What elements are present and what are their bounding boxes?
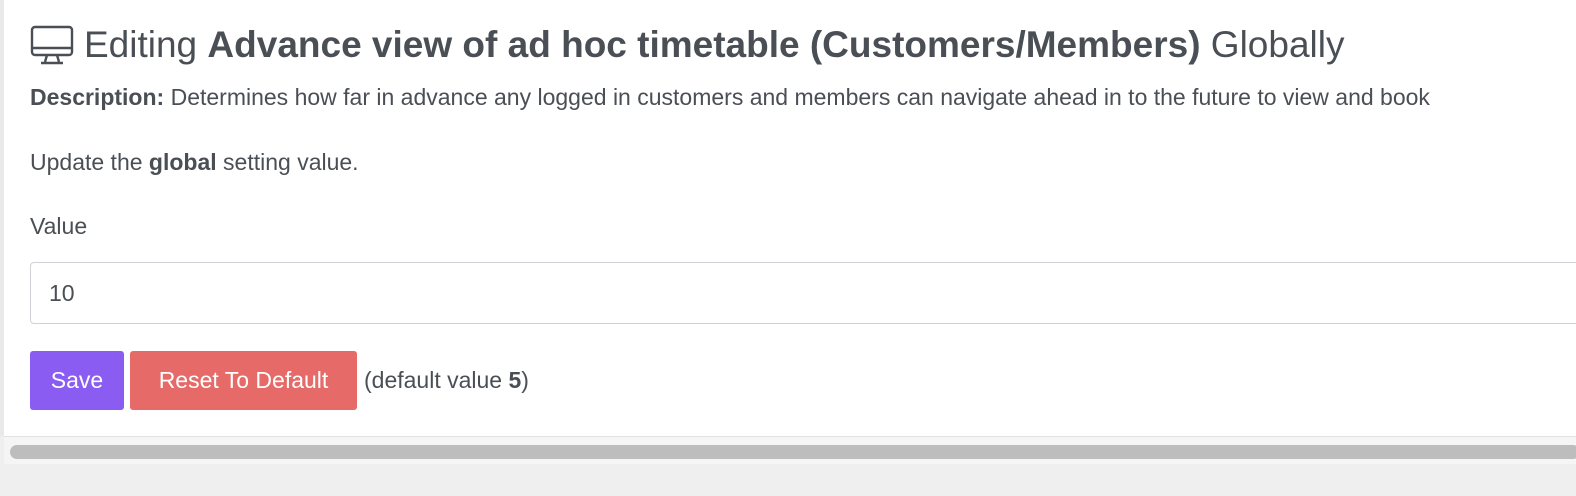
default-value: 5: [508, 366, 522, 393]
reset-to-default-button[interactable]: Reset To Default: [130, 350, 357, 410]
description-text: Determines how far in advance any logged…: [170, 84, 1430, 110]
action-row: Save Reset To Default (default value 5): [30, 350, 529, 410]
value-label: Value: [30, 213, 88, 239]
update-after: setting value.: [223, 149, 359, 175]
update-scope: global: [148, 149, 217, 175]
scrollbar-thumb[interactable]: [10, 445, 1576, 459]
monitor-icon: [30, 25, 74, 65]
description-label: Description:: [30, 84, 165, 110]
default-value-note: (default value 5): [364, 367, 529, 394]
settings-panel: Editing Advance view of ad hoc timetable…: [0, 0, 1576, 436]
setting-description: Description: Determines how far in advan…: [30, 84, 1430, 111]
title-prefix: Editing: [84, 24, 198, 65]
title-suffix: Globally: [1210, 24, 1345, 65]
setting-name: Advance view of ad hoc timetable (Custom…: [207, 24, 1201, 65]
save-button[interactable]: Save: [30, 350, 124, 410]
horizontal-scrollbar[interactable]: [4, 436, 1576, 464]
default-note-before: (default value: [364, 366, 503, 393]
title-text: Editing Advance view of ad hoc timetable…: [84, 24, 1344, 66]
update-instruction: Update the global setting value.: [30, 149, 359, 176]
default-note-after: ): [521, 366, 529, 393]
value-input[interactable]: [30, 262, 1576, 324]
page-title: Editing Advance view of ad hoc timetable…: [30, 20, 1344, 70]
update-before: Update the: [30, 149, 143, 175]
